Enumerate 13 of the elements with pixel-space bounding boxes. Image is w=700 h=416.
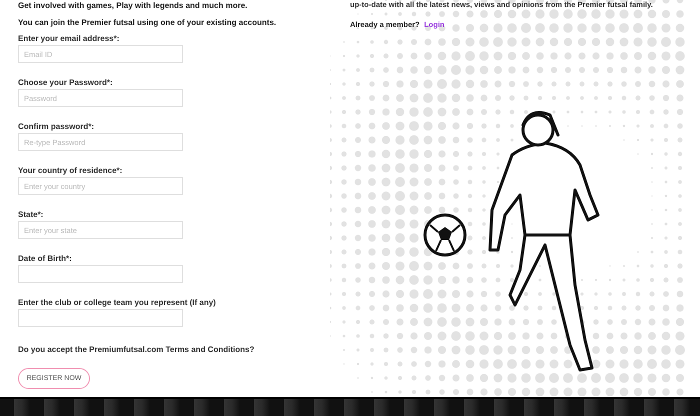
input-field[interactable]: [18, 309, 183, 327]
field-label: Enter your email address*:: [18, 34, 120, 43]
field-label: Choose your Password*:: [18, 78, 114, 87]
field-label: Date of Birth*:: [18, 254, 73, 263]
input-field[interactable]: [18, 265, 183, 283]
terms-question: Do you accept the Premiumfutsal.com Terms and Conditions?: [18, 345, 256, 354]
field-label: Enter the club or college team you represent (If any): [18, 298, 217, 307]
field-label: State*:: [18, 210, 44, 219]
field-label: Your country of residence*:: [18, 166, 124, 175]
field-label: Confirm password*:: [18, 122, 96, 131]
soccer-ball-icon: [424, 214, 466, 256]
join-note: You can join the Premier futsal using one of your existing accounts.: [18, 18, 278, 27]
tagline-text: Get involved with games, Play with legends and much more.: [18, 1, 248, 10]
